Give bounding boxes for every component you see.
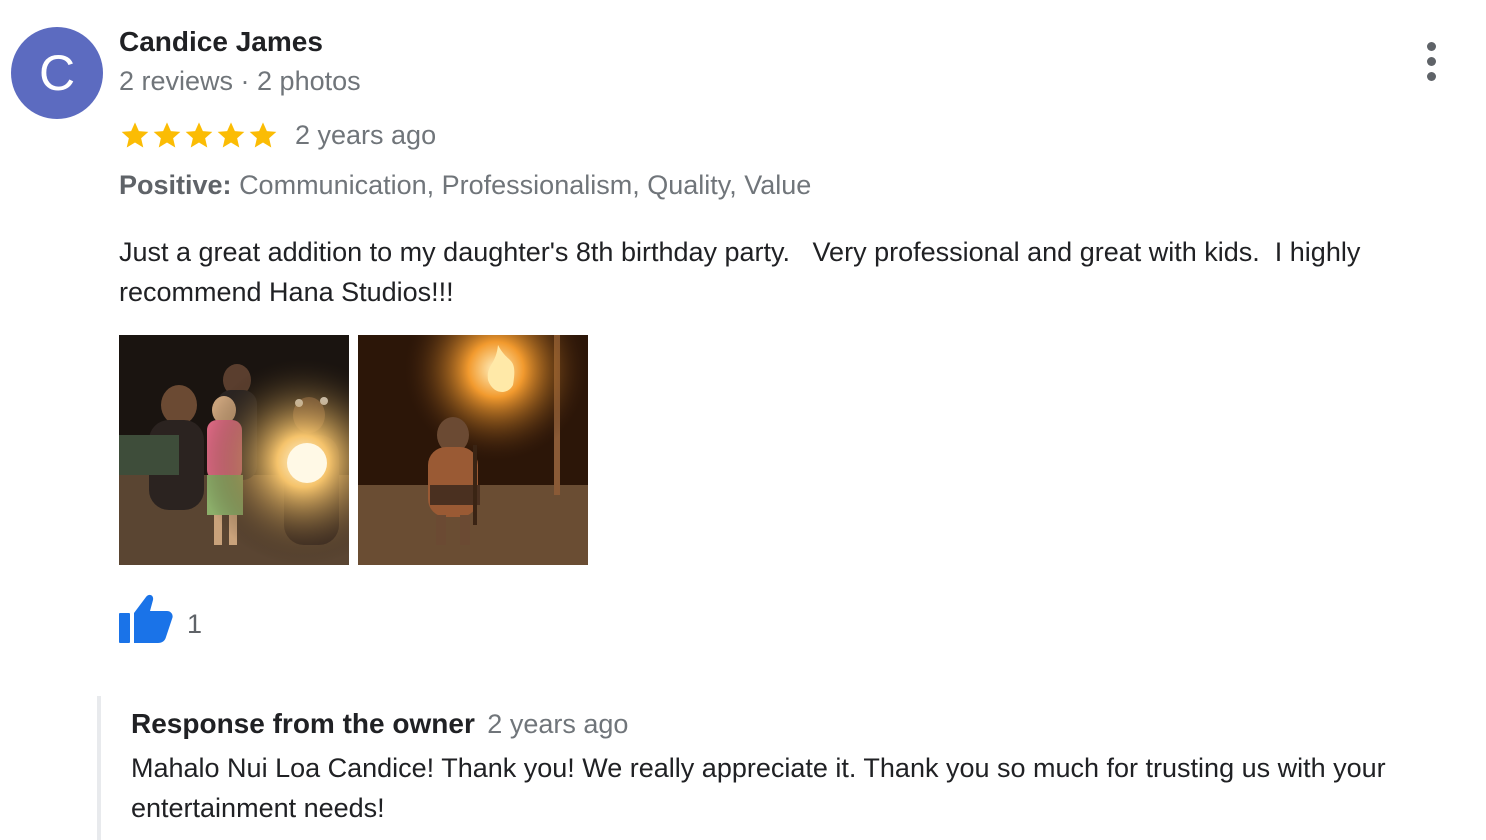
- review-date: 2 years ago: [295, 119, 437, 150]
- like-count: 1: [187, 608, 203, 639]
- more-vert-icon: [1426, 41, 1436, 51]
- star-rating: [119, 119, 279, 151]
- review-card: C Candice James 2 reviews · 2 photos 2 y…: [0, 0, 1486, 840]
- review-photo-1[interactable]: [119, 335, 349, 565]
- star-icon: [217, 122, 245, 148]
- owner-response-header: Response from the owner 2 years ago: [131, 708, 628, 740]
- more-vert-icon-dot: [1426, 71, 1436, 81]
- star-icon: [153, 122, 181, 148]
- reviewer-meta[interactable]: 2 reviews · 2 photos: [119, 66, 361, 97]
- star-icon: [121, 122, 149, 148]
- more-options-button[interactable]: [1412, 36, 1450, 86]
- review-attributes: Positive: Communication, Professionalism…: [119, 170, 811, 201]
- star-icon: [249, 122, 277, 148]
- owner-response-date: 2 years ago: [487, 709, 629, 739]
- more-vert-icon-dot: [1426, 56, 1436, 66]
- attributes-values: Communication, Professionalism, Quality,…: [239, 170, 812, 200]
- thumbs-up-icon[interactable]: [119, 593, 173, 643]
- owner-response-title: Response from the owner: [131, 708, 475, 739]
- review-text: Just a great addition to my daughter's 8…: [119, 237, 1361, 307]
- review-photo-2[interactable]: [358, 335, 588, 565]
- review-photos: [119, 335, 588, 565]
- attributes-label: Positive:: [119, 170, 232, 200]
- owner-response: Response from the owner 2 years ago Maha…: [97, 696, 1481, 840]
- owner-response-text: Mahalo Nui Loa Candice! Thank you! We re…: [131, 753, 1386, 823]
- avatar-letter: C: [38, 45, 76, 101]
- rating-row: 2 years ago: [119, 115, 436, 155]
- like-row: 1: [119, 593, 202, 643]
- star-icon: [185, 122, 213, 148]
- avatar[interactable]: C: [11, 27, 103, 119]
- reviewer-name[interactable]: Candice James: [119, 26, 323, 58]
